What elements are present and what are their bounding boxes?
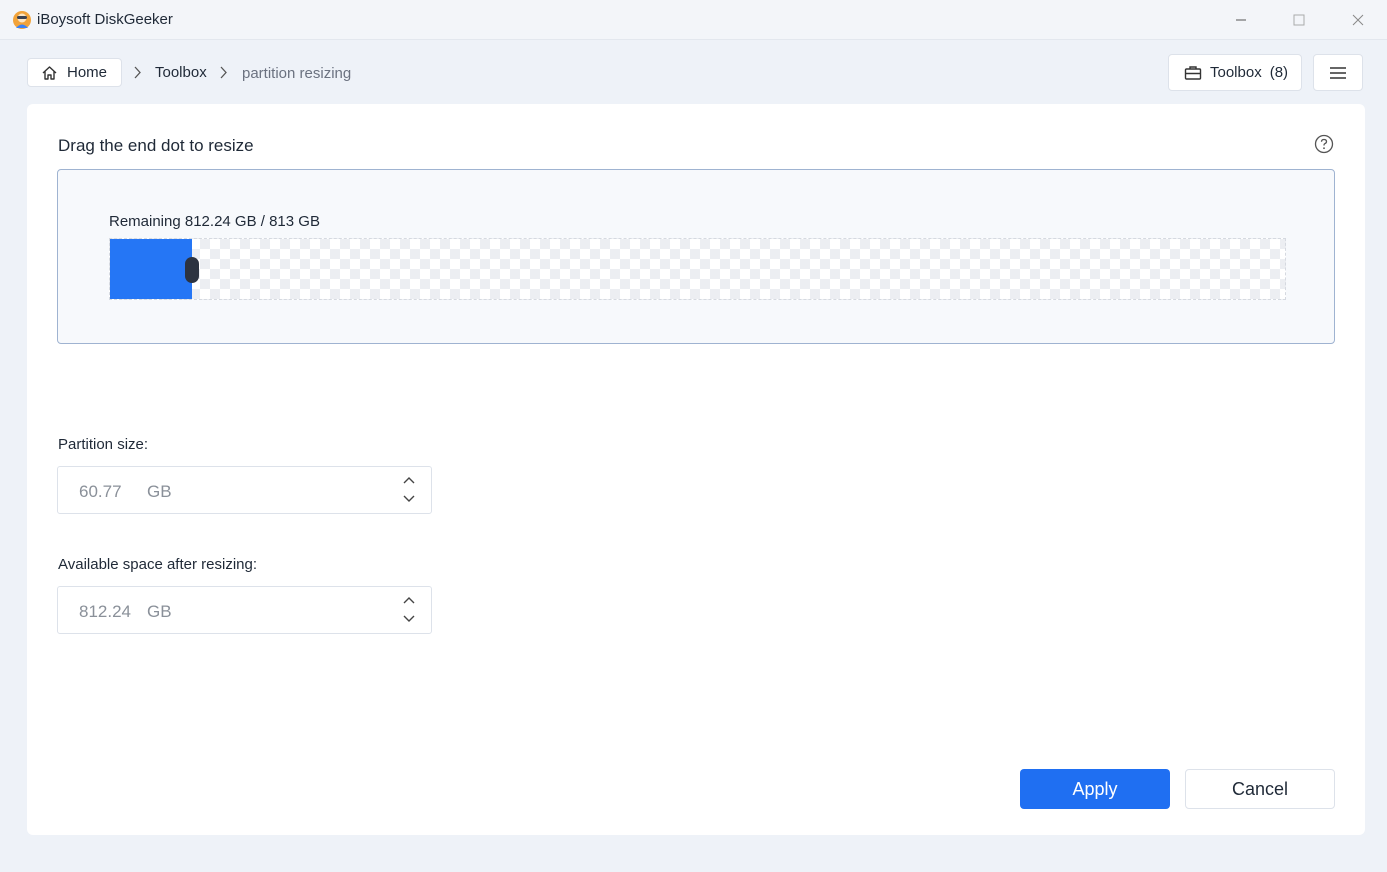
home-icon — [42, 65, 57, 80]
breadcrumb-toolbox[interactable]: Toolbox — [155, 64, 207, 81]
question-circle-icon[interactable] — [1314, 134, 1334, 154]
menu-button[interactable] — [1313, 54, 1363, 91]
available-space-label: Available space after resizing: — [58, 556, 257, 573]
toolbox-count: (8) — [1269, 64, 1289, 81]
partition-size-field[interactable]: 60.77 GB — [57, 466, 432, 514]
chevron-down-icon — [403, 495, 415, 502]
partition-size-label: Partition size: — [58, 436, 149, 453]
main-card: Drag the end dot to resize Remaining 812… — [27, 104, 1365, 835]
toolbox-button-label: Toolbox — [1210, 64, 1262, 81]
apply-button[interactable]: Apply — [1020, 769, 1170, 809]
available-space-increment[interactable] — [402, 594, 416, 606]
chevron-up-icon — [403, 597, 415, 604]
chevron-right-icon — [220, 66, 227, 79]
partition-used-fill — [110, 239, 193, 299]
chevron-down-icon — [403, 615, 415, 622]
briefcase-icon — [1184, 65, 1202, 80]
resize-panel: Remaining 812.24 GB / 813 GB — [57, 169, 1335, 344]
partition-size-decrement[interactable] — [402, 493, 416, 505]
chevron-up-icon — [403, 477, 415, 484]
partition-size-unit: GB — [147, 482, 172, 501]
home-button[interactable]: Home — [27, 58, 122, 87]
cancel-button[interactable]: Cancel — [1185, 769, 1335, 809]
remaining-label: Remaining 812.24 GB / 813 GB — [109, 213, 320, 230]
hamburger-menu-icon — [1330, 66, 1346, 79]
minimize-button[interactable] — [1213, 0, 1269, 40]
maximize-button[interactable] — [1271, 0, 1327, 40]
maximize-icon — [1293, 14, 1305, 26]
resize-title: Drag the end dot to resize — [58, 136, 254, 155]
top-navigation: Home Toolbox partition resizing Toolbox … — [0, 40, 1387, 104]
resize-handle[interactable] — [185, 257, 200, 283]
toolbox-button[interactable]: Toolbox (8) — [1168, 54, 1302, 91]
available-space-decrement[interactable] — [402, 613, 416, 625]
app-logo-icon — [13, 11, 31, 29]
minimize-icon — [1236, 19, 1246, 21]
breadcrumb-current: partition resizing — [242, 65, 352, 82]
title-bar: iBoysoft DiskGeeker — [0, 0, 1387, 40]
app-title: iBoysoft DiskGeeker — [37, 11, 173, 28]
available-space-value[interactable]: 812.24 — [79, 602, 131, 622]
close-icon — [1352, 14, 1364, 26]
available-space-field[interactable]: 812.24 GB — [57, 586, 432, 634]
partition-bar[interactable] — [109, 238, 1286, 300]
chevron-right-icon — [134, 66, 141, 79]
home-label: Home — [67, 64, 108, 81]
partition-size-value[interactable]: 60.77 — [79, 482, 122, 502]
close-button[interactable] — [1330, 0, 1386, 40]
partition-size-increment[interactable] — [402, 474, 416, 486]
available-space-unit: GB — [147, 602, 172, 621]
